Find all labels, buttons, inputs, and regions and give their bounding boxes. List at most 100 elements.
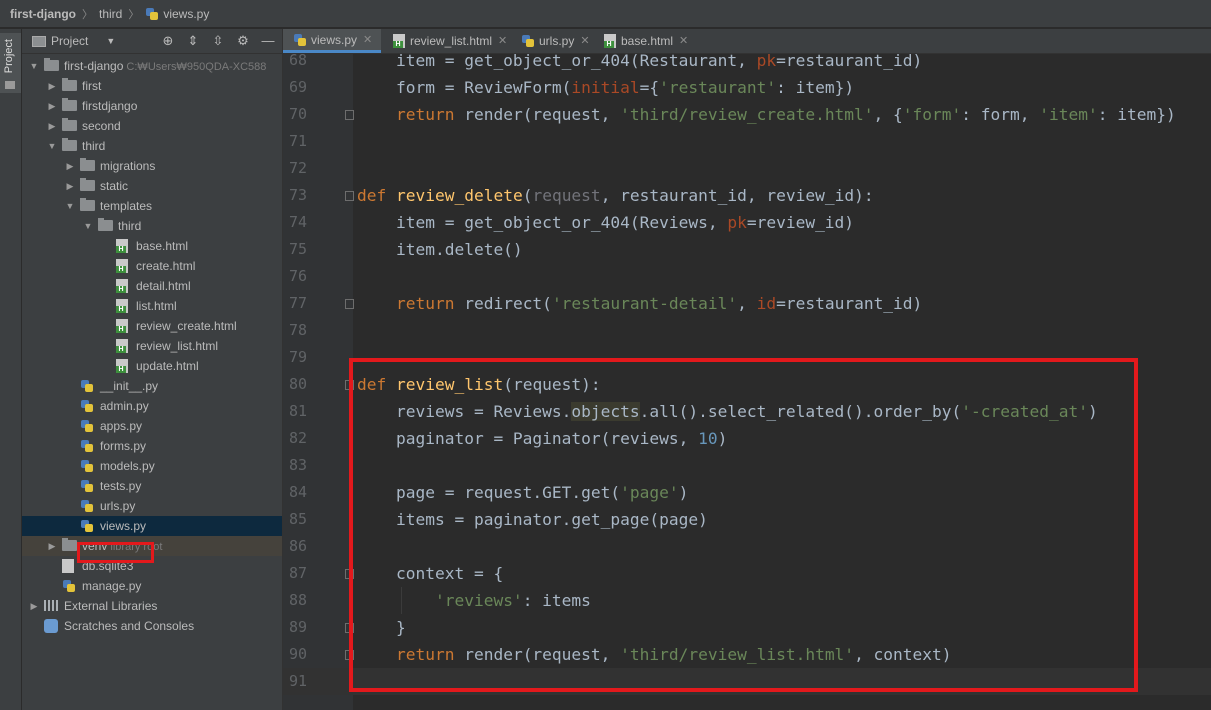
line-number: 73: [288, 186, 307, 204]
breadcrumb-file[interactable]: views.py: [145, 7, 209, 21]
locate-icon[interactable]: ⊕: [160, 33, 176, 49]
tree-item-admin-py[interactable]: admin.py: [22, 396, 282, 416]
code-token: request: [532, 186, 601, 205]
chevron-down-icon[interactable]: ▼: [46, 136, 58, 156]
project-panel: Project ▼ ⊕ ⇕ ⇳ ⚙ — ▼ first-django C:₩Use…: [22, 29, 283, 710]
tree-item-hint: C:₩Users₩950QDA-XC588: [123, 61, 267, 73]
code-token: form = ReviewForm(: [357, 78, 572, 97]
code-token: 'restaurant': [659, 78, 777, 97]
python-file-icon: [80, 499, 94, 513]
chevron-right-icon[interactable]: ▶: [46, 536, 58, 556]
tree-item-static[interactable]: ▶ static: [22, 176, 282, 196]
tree-item-detail-html[interactable]: detail.html: [22, 276, 282, 296]
html-file-icon: [604, 34, 616, 48]
code-token: ={: [639, 78, 660, 97]
line-number: 68: [288, 54, 307, 69]
code-token: pk: [727, 213, 747, 232]
tree-item-label: migrations: [100, 159, 156, 173]
breadcrumb-folder[interactable]: third: [99, 7, 122, 21]
code-token: initial: [571, 78, 640, 97]
line-number: 89: [288, 618, 307, 636]
tree-item-label: update.html: [136, 359, 199, 373]
tree-item-create-html[interactable]: create.html: [22, 256, 282, 276]
tree-item--init-py[interactable]: __init__.py: [22, 376, 282, 396]
folder-icon: [98, 218, 113, 231]
close-icon[interactable]: ✕: [498, 29, 507, 53]
tab-urls-py[interactable]: urls.py ✕: [511, 29, 592, 53]
code-line: 69 form = ReviewForm(initial={'restauran…: [283, 74, 1211, 101]
chevron-right-icon[interactable]: ▶: [64, 156, 76, 176]
tab-label: urls.py: [539, 34, 575, 48]
tree-item-views-py[interactable]: views.py: [22, 516, 282, 536]
tree-item-apps-py[interactable]: apps.py: [22, 416, 282, 436]
scratches-icon: [44, 619, 58, 633]
chevron-right-icon[interactable]: ▶: [46, 116, 58, 136]
tree-item-review-create-html[interactable]: review_create.html: [22, 316, 282, 336]
close-icon[interactable]: ✕: [363, 28, 372, 52]
expand-all-icon[interactable]: ⇕: [185, 33, 201, 49]
code-line: 78: [283, 317, 1211, 344]
code-text: return render(request, 'third/review_cre…: [357, 101, 1176, 128]
code-line: 70 return render(request, 'third/review_…: [283, 101, 1211, 128]
tree-item-label: templates: [100, 199, 153, 213]
tree-item-third[interactable]: ▼ third: [22, 136, 282, 156]
python-file-icon: [80, 519, 94, 533]
gear-icon[interactable]: ⚙: [235, 33, 251, 49]
close-icon[interactable]: ✕: [679, 29, 688, 53]
code-token: : item}): [1097, 105, 1176, 124]
project-view-selector[interactable]: Project: [51, 34, 88, 48]
tab-label: base.html: [621, 34, 674, 48]
tree-item-first[interactable]: ▶ first: [22, 76, 282, 96]
chevron-right-icon[interactable]: ▶: [46, 76, 58, 96]
tree-item-forms-py[interactable]: forms.py: [22, 436, 282, 456]
code-token: , restaurant_id, review_id):: [600, 186, 874, 205]
code-token: =review_id): [746, 213, 855, 232]
views-py-highlight-box: [77, 542, 154, 563]
tree-item-review-list-html[interactable]: review_list.html: [22, 336, 282, 356]
tree-item-label: first-django C:₩Users₩950QDA-XC588: [64, 59, 267, 73]
tree-item-tests-py[interactable]: tests.py: [22, 476, 282, 496]
fold-marker-icon[interactable]: [345, 299, 354, 309]
tab-views-py[interactable]: views.py ✕: [283, 29, 381, 53]
chevron-down-icon[interactable]: ▼: [82, 216, 94, 236]
tab-base-html[interactable]: base.html ✕: [594, 29, 694, 53]
tree-item-models-py[interactable]: models.py: [22, 456, 282, 476]
collapse-all-icon[interactable]: ⇳: [210, 33, 226, 49]
tree-item-migrations[interactable]: ▶ migrations: [22, 156, 282, 176]
code-token: =restaurant_id): [776, 54, 923, 70]
tree-item-base-html[interactable]: base.html: [22, 236, 282, 256]
minimize-icon[interactable]: —: [260, 33, 276, 49]
line-number: 75: [288, 240, 307, 258]
tree-item-firstdjango[interactable]: ▶ firstdjango: [22, 96, 282, 116]
tree-item-update-html[interactable]: update.html: [22, 356, 282, 376]
html-file-icon: [116, 339, 128, 353]
chevron-right-icon[interactable]: ▶: [28, 596, 40, 616]
chevron-down-icon[interactable]: ▼: [28, 56, 40, 76]
python-file-icon: [80, 379, 94, 393]
tree-item-second[interactable]: ▶ second: [22, 116, 282, 136]
chevron-down-icon[interactable]: ▼: [64, 196, 76, 216]
tree-item-first-django[interactable]: ▼ first-django C:₩Users₩950QDA-XC588: [22, 56, 282, 76]
line-number: 72: [288, 159, 307, 177]
chevron-right-icon: 〉: [82, 8, 93, 21]
chevron-down-icon[interactable]: ▼: [106, 36, 115, 46]
fold-marker-icon[interactable]: [345, 191, 354, 201]
tree-item-list-html[interactable]: list.html: [22, 296, 282, 316]
code-token: item = get_object_or_404(Reviews,: [357, 213, 728, 232]
tree-item-scratches-and-consoles[interactable]: Scratches and Consoles: [22, 616, 282, 636]
tree-item-manage-py[interactable]: manage.py: [22, 576, 282, 596]
line-number: 87: [288, 564, 307, 582]
close-icon[interactable]: ✕: [580, 29, 589, 53]
chevron-right-icon[interactable]: ▶: [46, 96, 58, 116]
tree-item-label: admin.py: [100, 399, 149, 413]
code-token: render(request,: [454, 105, 621, 124]
tree-item-templates[interactable]: ▼ templates: [22, 196, 282, 216]
project-tool-window-tab[interactable]: Project: [0, 33, 21, 93]
fold-marker-icon[interactable]: [345, 110, 354, 120]
tree-item-urls-py[interactable]: urls.py: [22, 496, 282, 516]
tree-item-external-libraries[interactable]: ▶ External Libraries: [22, 596, 282, 616]
tab-review-list-html[interactable]: review_list.html ✕: [383, 29, 509, 53]
tree-item-third[interactable]: ▼ third: [22, 216, 282, 236]
chevron-right-icon[interactable]: ▶: [64, 176, 76, 196]
breadcrumb-project[interactable]: first-django: [10, 7, 76, 21]
